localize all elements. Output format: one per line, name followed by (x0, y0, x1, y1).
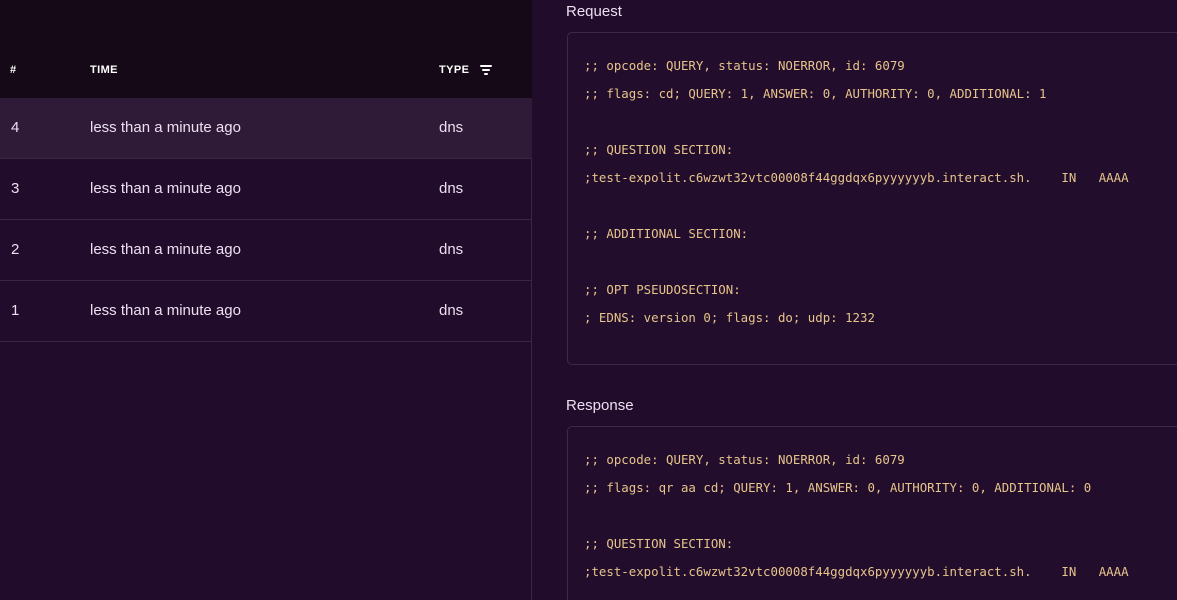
code-line: ;; QUESTION SECTION: (584, 142, 734, 157)
code-line: ;test-expolit.c6wzwt32vtc00008f44ggdqx6p… (584, 564, 1129, 579)
row-time: less than a minute ago (90, 180, 241, 197)
code-line: ;; ADDITIONAL SECTION: (584, 226, 749, 241)
detail-panel: Request ;; opcode: QUERY, status: NOERRO… (533, 0, 1177, 600)
column-header-number: # (10, 64, 17, 76)
request-code-block[interactable]: ;; opcode: QUERY, status: NOERROR, id: 6… (567, 32, 1177, 365)
column-header-type: TYPE (439, 64, 470, 76)
column-header-time: TIME (90, 64, 118, 76)
row-number: 2 (11, 241, 20, 258)
interactions-view: # TIME TYPE 4 less than a minute ago dns… (0, 0, 1177, 600)
table-row[interactable]: 1 less than a minute ago dns (0, 281, 532, 342)
request-title: Request (566, 3, 622, 20)
code-line: ;; opcode: QUERY, status: NOERROR, id: 6… (584, 58, 905, 73)
table-row[interactable]: 2 less than a minute ago dns (0, 220, 532, 281)
table-row[interactable]: 4 less than a minute ago dns (0, 98, 532, 159)
row-type: dns (439, 302, 464, 319)
code-line: ;test-expolit.c6wzwt32vtc00008f44ggdqx6p… (584, 170, 1129, 185)
response-code-block[interactable]: ;; opcode: QUERY, status: NOERROR, id: 6… (567, 426, 1177, 600)
response-title: Response (566, 397, 634, 414)
table-body: 4 less than a minute ago dns 3 less than… (0, 98, 532, 342)
row-time: less than a minute ago (90, 302, 241, 319)
code-line: ;; OPT PSEUDOSECTION: (584, 282, 741, 297)
code-line: ;; flags: cd; QUERY: 1, ANSWER: 0, AUTHO… (584, 86, 1047, 101)
row-type: dns (439, 180, 464, 197)
code-line: ;; flags: qr aa cd; QUERY: 1, ANSWER: 0,… (584, 480, 1092, 495)
row-time: less than a minute ago (90, 119, 241, 136)
code-line: ;; QUESTION SECTION: (584, 536, 734, 551)
filter-icon[interactable] (480, 65, 492, 75)
interactions-table: # TIME TYPE 4 less than a minute ago dns… (0, 0, 532, 600)
row-type: dns (439, 119, 464, 136)
row-number: 4 (11, 119, 20, 136)
table-row[interactable]: 3 less than a minute ago dns (0, 159, 532, 220)
code-line: ; EDNS: version 0; flags: do; udp: 1232 (584, 310, 875, 325)
code-line: ;; opcode: QUERY, status: NOERROR, id: 6… (584, 452, 905, 467)
row-type: dns (439, 241, 464, 258)
row-time: less than a minute ago (90, 241, 241, 258)
row-number: 3 (11, 180, 20, 197)
row-number: 1 (11, 302, 20, 319)
table-header: # TIME TYPE (0, 0, 532, 98)
